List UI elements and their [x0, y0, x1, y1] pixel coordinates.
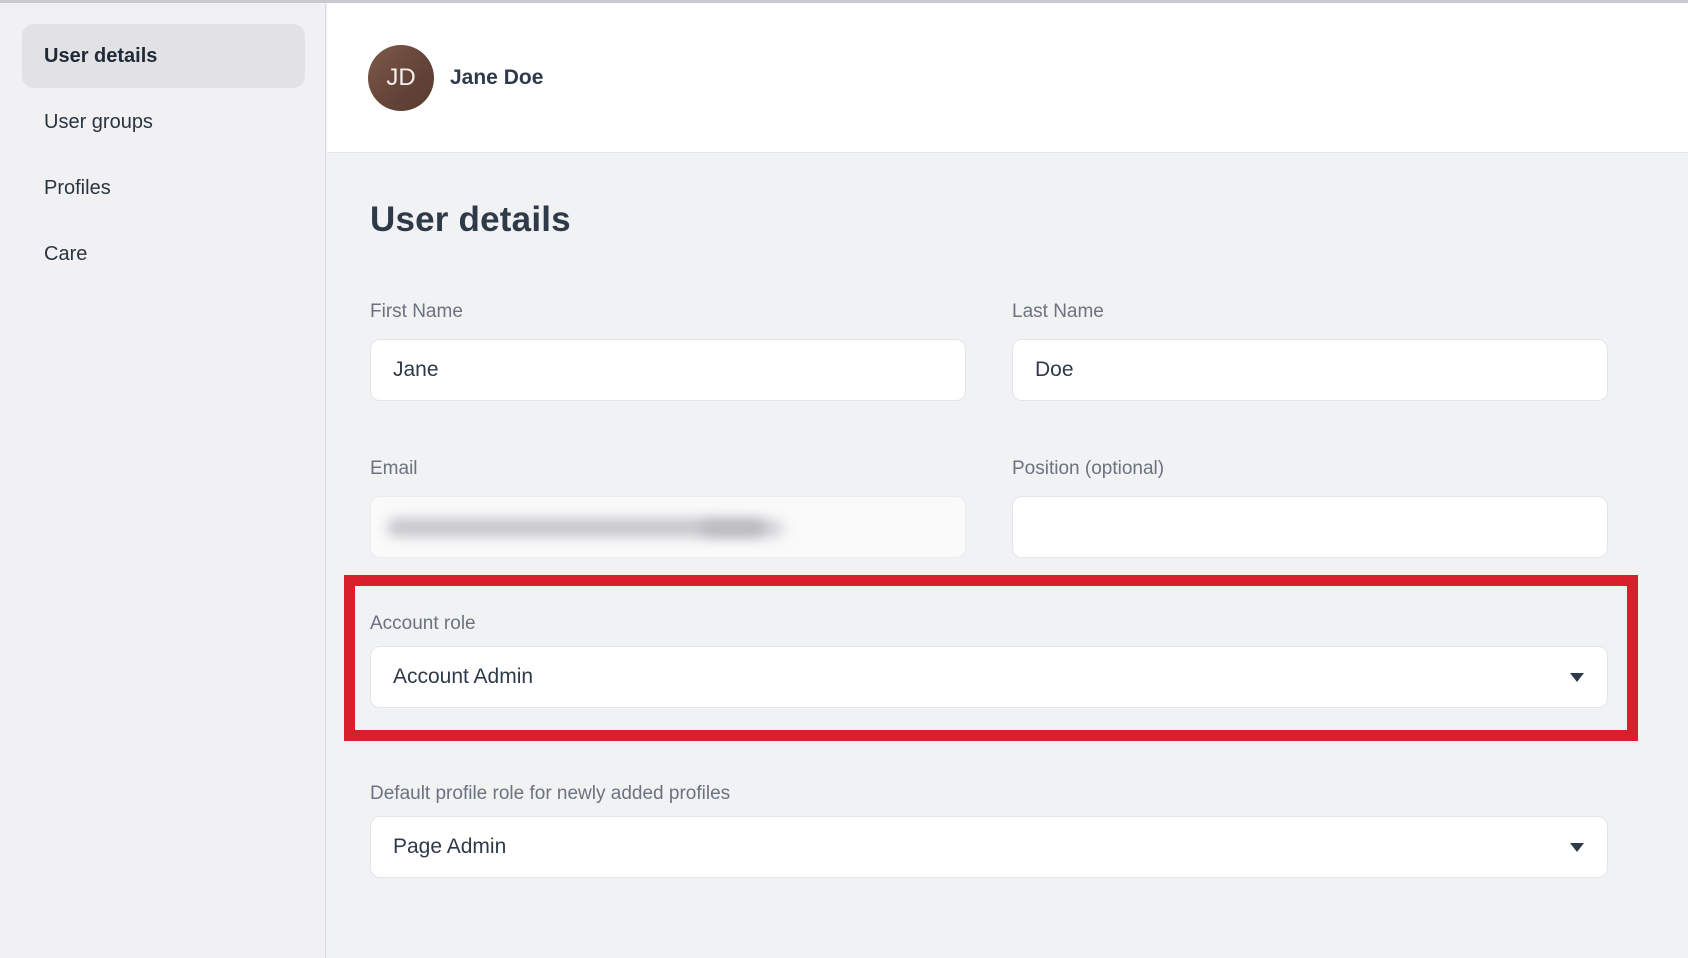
account-role-value: Account Admin — [393, 665, 533, 689]
sidebar-item-label: User groups — [44, 111, 153, 134]
email-label: Email — [370, 458, 966, 480]
user-name: Jane Doe — [450, 66, 543, 90]
user-details-form: First Name Last Name Email — [370, 301, 1608, 878]
sidebar-item-label: Profiles — [44, 177, 111, 200]
sidebar-item-care[interactable]: Care — [22, 222, 305, 286]
settings-sidebar: User details User groups Profiles Care — [0, 0, 326, 958]
settings-page: User details User groups Profiles Care J… — [0, 0, 1688, 958]
highlight-annotation: Account role Account Admin — [344, 575, 1638, 741]
avatar: JD — [368, 45, 434, 111]
email-input-redacted[interactable] — [370, 496, 966, 558]
default-profile-role-value: Page Admin — [393, 835, 506, 859]
main-panel: JD Jane Doe User details First Name Last… — [327, 3, 1688, 958]
first-name-input[interactable] — [370, 339, 966, 401]
position-label: Position (optional) — [1012, 458, 1608, 480]
position-input[interactable] — [1012, 496, 1608, 558]
chevron-down-icon — [1570, 673, 1584, 682]
sidebar-item-user-details[interactable]: User details — [22, 24, 305, 88]
sidebar-item-label: User details — [44, 45, 157, 68]
default-profile-role-select[interactable]: Page Admin — [370, 816, 1608, 878]
redaction-blur — [701, 521, 783, 536]
first-name-label: First Name — [370, 301, 966, 323]
last-name-label: Last Name — [1012, 301, 1608, 323]
default-profile-role-label: Default profile role for newly added pro… — [370, 783, 1608, 805]
last-name-input[interactable] — [1012, 339, 1608, 401]
sidebar-item-label: Care — [44, 243, 87, 266]
sidebar-item-user-groups[interactable]: User groups — [22, 90, 305, 154]
account-role-select[interactable]: Account Admin — [370, 646, 1608, 708]
avatar-initials: JD — [386, 64, 415, 92]
page-title: User details — [370, 153, 1688, 240]
chevron-down-icon — [1570, 843, 1584, 852]
sidebar-item-profiles[interactable]: Profiles — [22, 156, 305, 220]
user-header: JD Jane Doe — [327, 3, 1688, 153]
user-details-content: User details First Name Last Name — [327, 153, 1688, 958]
window-top-edge — [0, 0, 1688, 3]
account-role-label: Account role — [370, 613, 1627, 635]
